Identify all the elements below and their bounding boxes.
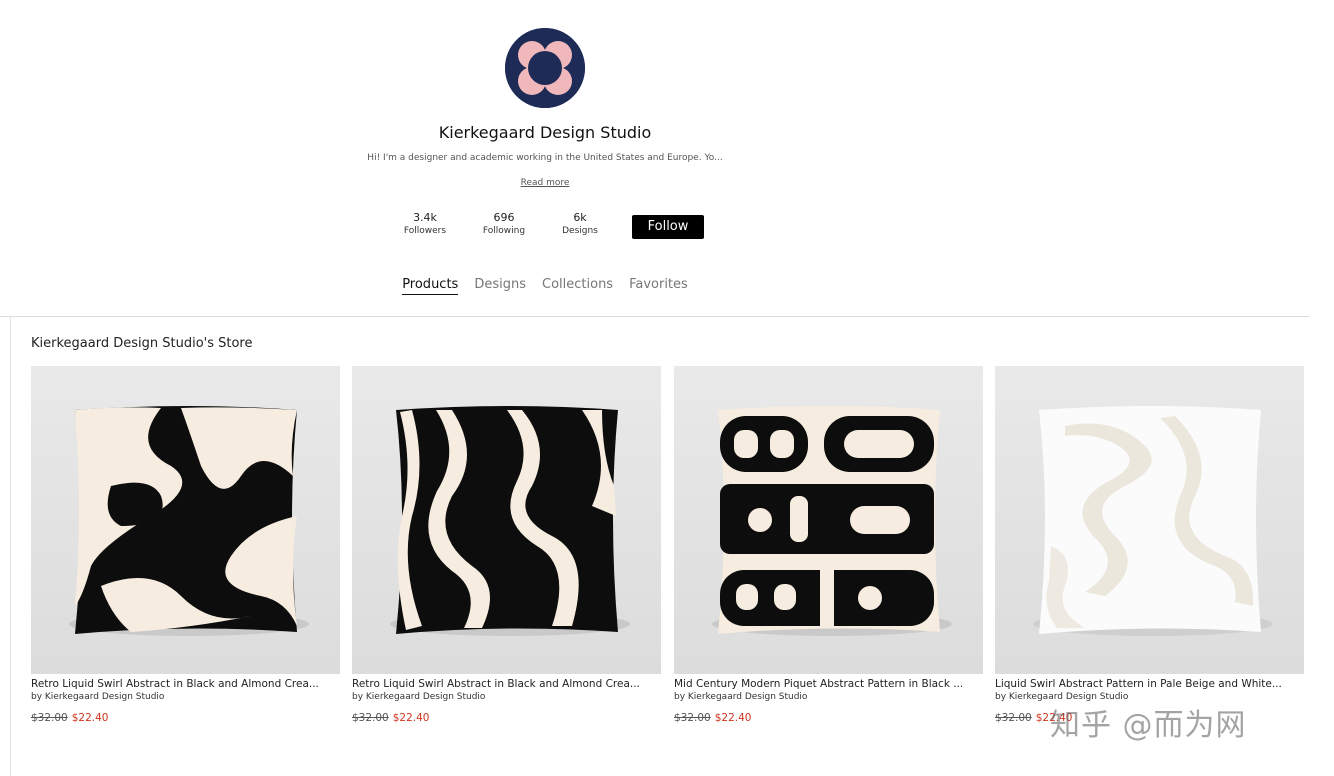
product-image-pillow[interactable] [31, 366, 340, 674]
tab-collections[interactable]: Collections [542, 277, 613, 295]
stat-followers-value: 3.4k [413, 211, 437, 224]
follow-button[interactable]: Follow [632, 215, 704, 239]
product-byline[interactable]: by Kierkegaard Design Studio [352, 692, 661, 702]
store-bio: Hi! I'm a designer and academic working … [367, 153, 723, 163]
flower-logo-icon [505, 28, 585, 108]
stat-followers[interactable]: 3.4k Followers [390, 211, 460, 236]
read-more-link[interactable]: Read more [521, 178, 570, 188]
product-card[interactable]: Liquid Swirl Abstract Pattern in Pale Be… [995, 366, 1304, 724]
product-card[interactable]: Retro Liquid Swirl Abstract in Black and… [31, 366, 340, 724]
product-prices: $32.00 $22.40 [31, 712, 340, 724]
left-divider [10, 316, 11, 776]
original-price: $32.00 [352, 712, 389, 724]
original-price: $32.00 [674, 712, 711, 724]
product-card[interactable]: Mid Century Modern Piquet Abstract Patte… [674, 366, 983, 724]
tab-designs[interactable]: Designs [474, 277, 526, 295]
profile-tabs: Products Designs Collections Favorites [0, 277, 1090, 295]
sale-price: $22.40 [714, 712, 752, 724]
watermark: 知乎 @而为网 [1050, 708, 1247, 743]
store-avatar[interactable] [505, 28, 585, 108]
sale-price: $22.40 [71, 712, 109, 724]
product-image-pillow[interactable] [674, 366, 983, 674]
section-title: Kierkegaard Design Studio's Store [31, 336, 253, 351]
stat-following[interactable]: 696 Following [469, 211, 539, 236]
product-prices: $32.00 $22.40 [352, 712, 661, 724]
stat-designs-value: 6k [573, 211, 587, 224]
product-card[interactable]: Retro Liquid Swirl Abstract in Black and… [352, 366, 661, 724]
sale-price: $22.40 [392, 712, 430, 724]
product-byline[interactable]: by Kierkegaard Design Studio [31, 692, 340, 702]
product-title[interactable]: Retro Liquid Swirl Abstract in Black and… [352, 678, 642, 690]
stat-following-value: 696 [493, 211, 515, 224]
stat-following-label: Following [482, 226, 526, 236]
product-title[interactable]: Retro Liquid Swirl Abstract in Black and… [31, 678, 321, 690]
product-title[interactable]: Mid Century Modern Piquet Abstract Patte… [674, 678, 964, 690]
tab-products[interactable]: Products [402, 277, 459, 295]
product-prices: $32.00 $22.40 [674, 712, 983, 724]
stat-designs-label: Designs [562, 226, 598, 236]
product-image-pillow[interactable] [352, 366, 661, 674]
original-price: $32.00 [31, 712, 68, 724]
product-image-pillow[interactable] [995, 366, 1304, 674]
stat-designs[interactable]: 6k Designs [545, 211, 615, 236]
original-price: $32.00 [995, 712, 1032, 724]
tab-favorites[interactable]: Favorites [629, 277, 688, 295]
product-byline[interactable]: by Kierkegaard Design Studio [674, 692, 983, 702]
product-title[interactable]: Liquid Swirl Abstract Pattern in Pale Be… [995, 678, 1285, 690]
tabs-divider [0, 316, 1310, 317]
store-name: Kierkegaard Design Studio [438, 123, 652, 142]
stat-followers-label: Followers [403, 226, 447, 236]
